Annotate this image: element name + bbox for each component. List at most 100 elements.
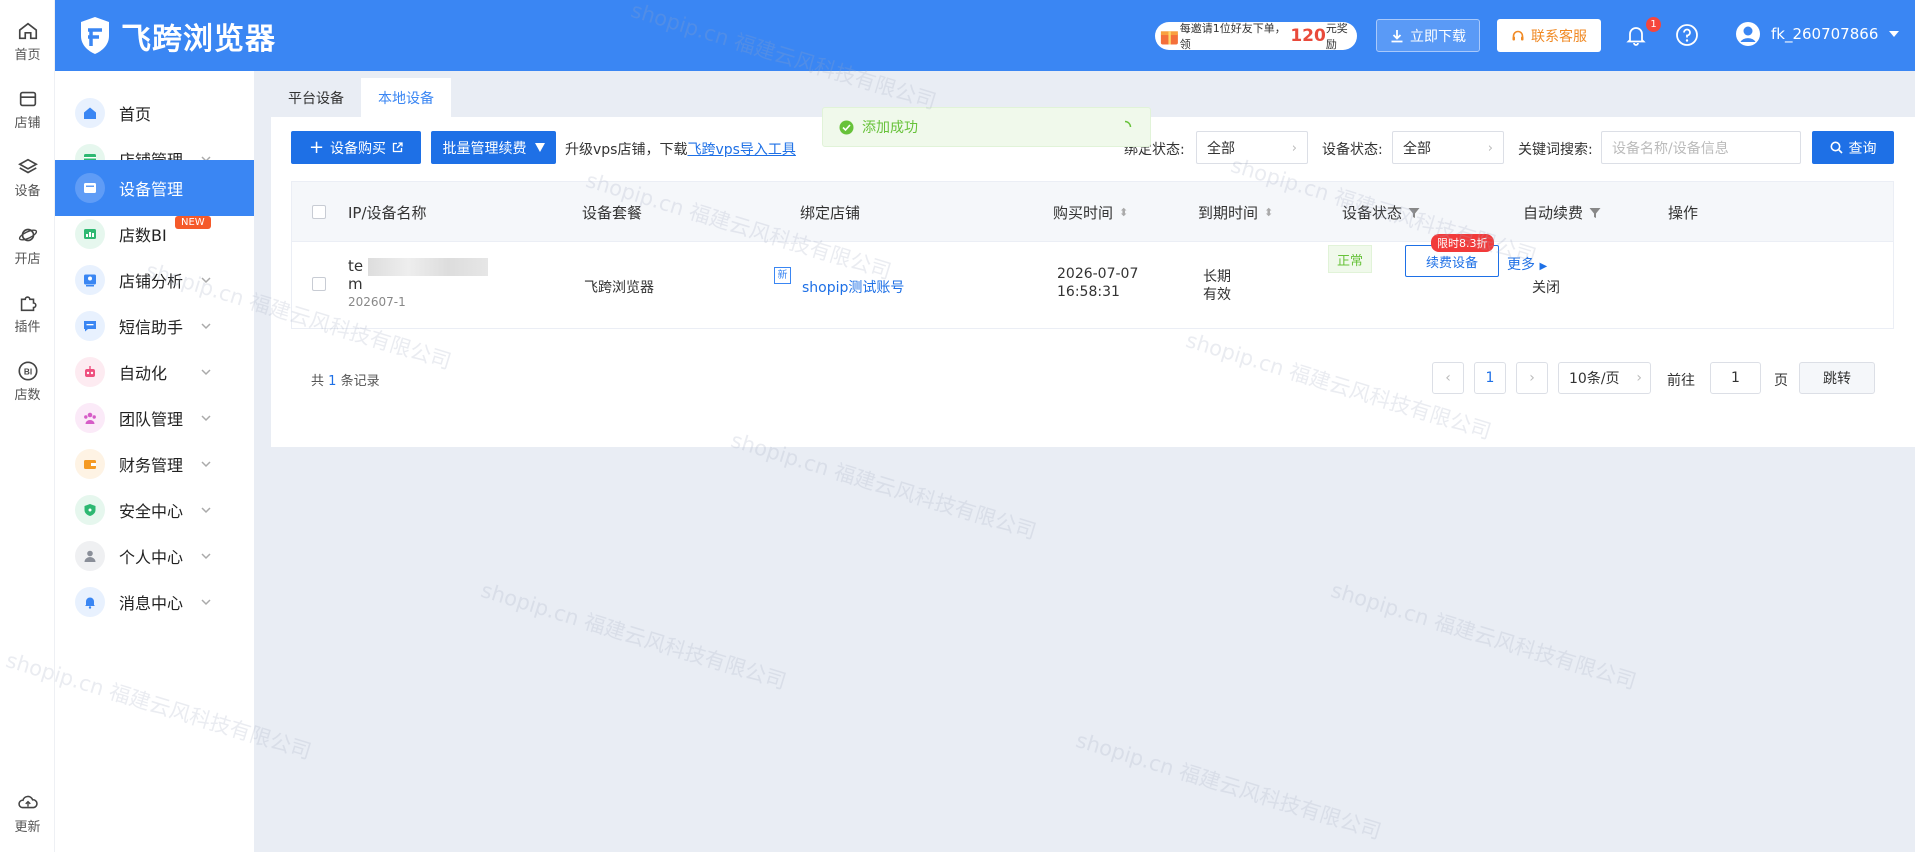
help-icon[interactable] — [1675, 23, 1699, 47]
robot-icon — [75, 357, 105, 387]
caret-right-icon: ▶ — [1539, 261, 1548, 272]
sidebar-item-label: 安全中心 — [119, 502, 184, 521]
left-rail: 首页 店铺 设备 开店 插件 BI 店数 更新 — [0, 0, 55, 852]
sort-icon: ⬍ — [1119, 206, 1129, 219]
keyword-search-input[interactable]: 设备名称/设备信息 — [1601, 131, 1801, 164]
message-icon — [75, 311, 105, 341]
prev-page-button[interactable]: ‹ — [1432, 362, 1464, 394]
bi-icon — [75, 219, 105, 249]
select-all-checkbox[interactable] — [312, 205, 326, 219]
user-menu[interactable]: fk_260707866 — [1735, 21, 1900, 47]
avatar-icon — [1736, 22, 1760, 46]
buy-time: 16:58:31 — [1057, 284, 1120, 300]
sidebar: 首页 店铺管理 设备管理 店数BI NEW 店铺分析 短信助手 自动化 团队管理… — [55, 71, 254, 852]
sidebar-item-label: 短信助手 — [119, 318, 184, 337]
next-page-button[interactable]: › — [1516, 362, 1548, 394]
rail-item-plugin[interactable]: 插件 — [0, 292, 55, 335]
puzzle-icon — [20, 296, 37, 312]
column-header-buy-time[interactable]: 购买时间 ⬍ — [1053, 202, 1128, 223]
new-badge: NEW — [175, 216, 211, 229]
external-link-icon — [392, 142, 403, 153]
sidebar-item-label: 首页 — [119, 105, 152, 124]
contact-service-label: 联系客服 — [1531, 28, 1587, 45]
bi-icon: BI — [17, 361, 38, 381]
filter-icon — [1589, 207, 1601, 218]
search-icon — [1830, 141, 1843, 154]
gift-icon — [1160, 31, 1178, 45]
status-badge: 正常 — [1328, 245, 1372, 273]
chevron-down-icon — [201, 277, 211, 284]
rail-label: 店铺 — [14, 116, 41, 131]
total-records: 共 1 条记录 — [311, 374, 380, 389]
download-icon — [1391, 29, 1403, 42]
filter-icon — [1408, 207, 1420, 218]
success-toast: 添加成功 — [822, 107, 1151, 147]
sidebar-item-message-center[interactable]: 消息中心 — [55, 574, 254, 630]
sidebar-item-label: 店数BI — [119, 226, 167, 245]
rail-item-device[interactable]: 设备 — [0, 156, 55, 199]
watermark: shopip.cn 福建云风科技有限公司 — [1328, 578, 1640, 694]
rail-item-update[interactable]: 更新 — [0, 792, 55, 835]
device-status-value: 全部 — [1403, 140, 1431, 157]
column-header-package: 设备套餐 — [582, 204, 643, 222]
headset-icon — [1512, 30, 1524, 40]
column-header-auto-renew[interactable]: 自动续费 — [1523, 202, 1601, 223]
invite-promo-banner[interactable]: 每邀请1位好友下单，领 120 元奖励 — [1155, 22, 1357, 51]
caret-down-icon — [534, 143, 545, 152]
device-subtitle: 202607-1 — [348, 295, 406, 309]
expire-line-1: 长期 — [1203, 269, 1231, 285]
page-size-select[interactable]: 10条/页 › — [1558, 362, 1651, 394]
watermark: shopip.cn 福建云风科技有限公司 — [1073, 728, 1385, 844]
column-header-device-status[interactable]: 设备状态 — [1342, 202, 1420, 223]
column-header-actions: 操作 — [1668, 204, 1699, 222]
chevron-down-icon — [201, 553, 211, 560]
device-name: te — [348, 257, 488, 276]
chevron-right-icon: › — [1636, 370, 1642, 386]
chevron-down-icon — [201, 415, 211, 422]
vps-import-tool-link[interactable]: 飞跨vps导入工具 — [687, 142, 795, 158]
bind-status-select[interactable]: 全部 › — [1196, 131, 1308, 164]
sidebar-item-label: 团队管理 — [119, 410, 184, 429]
rail-label: 插件 — [14, 320, 41, 335]
chevron-down-icon — [201, 369, 211, 376]
device-name-end: m — [348, 275, 363, 293]
sidebar-item-label: 自动化 — [119, 364, 168, 383]
user-icon — [75, 541, 105, 571]
sidebar-item-label: 店铺分析 — [119, 272, 184, 291]
store-icon — [19, 91, 36, 107]
column-header-expire-time[interactable]: 到期时间 ⬍ — [1198, 202, 1273, 223]
page-number-current[interactable]: 1 — [1474, 362, 1506, 394]
rail-item-store[interactable]: 店铺 — [0, 88, 55, 131]
svg-text:BI: BI — [23, 368, 31, 377]
sidebar-item-label: 消息中心 — [119, 594, 184, 613]
device-table: IP/设备名称 设备套餐 绑定店铺 购买时间 ⬍ 到期时间 ⬍ 设备状态 自动续费 … — [291, 181, 1894, 329]
chevron-down-icon — [201, 461, 211, 468]
row-checkbox[interactable] — [312, 277, 326, 291]
query-button[interactable]: 查询 — [1812, 131, 1894, 164]
batch-renew-button[interactable]: 批量管理续费 — [431, 131, 556, 164]
jump-button[interactable]: 跳转 — [1799, 362, 1875, 394]
layers-icon — [17, 158, 38, 174]
buy-device-button[interactable]: + 设备购买 — [291, 131, 421, 164]
page-unit-label: 页 — [1774, 373, 1788, 389]
more-actions-link[interactable]: 更多 ▶ — [1507, 254, 1547, 274]
rail-item-home[interactable]: 首页 — [0, 20, 55, 63]
tab-local-devices[interactable]: 本地设备 — [361, 78, 451, 117]
tab-platform-devices[interactable]: 平台设备 — [271, 78, 361, 117]
notification-bell-icon[interactable] — [1625, 24, 1647, 46]
bound-shop-link[interactable]: shopip测试账号 — [802, 277, 904, 297]
rail-label: 首页 — [14, 48, 41, 63]
rail-item-bi[interactable]: BI 店数 — [0, 360, 55, 403]
device-status-select[interactable]: 全部 › — [1392, 131, 1504, 164]
username: fk_260707866 — [1771, 25, 1879, 43]
rail-item-open-store[interactable]: 开店 — [0, 224, 55, 267]
contact-service-button[interactable]: 联系客服 — [1497, 19, 1601, 52]
download-button[interactable]: 立即下载 — [1376, 19, 1480, 52]
discount-badge: 限时8.3折 — [1431, 234, 1494, 252]
rail-label: 设备 — [14, 184, 41, 199]
goto-page-input[interactable]: 1 — [1710, 362, 1761, 394]
logo[interactable]: 飞跨浏览器 — [77, 14, 276, 58]
query-label: 查询 — [1848, 140, 1877, 157]
toast-message: 添加成功 — [862, 120, 918, 136]
device-panel: + 设备购买 批量管理续费 升级vps店铺，下载飞跨vps导入工具 绑定状态: … — [271, 117, 1915, 447]
